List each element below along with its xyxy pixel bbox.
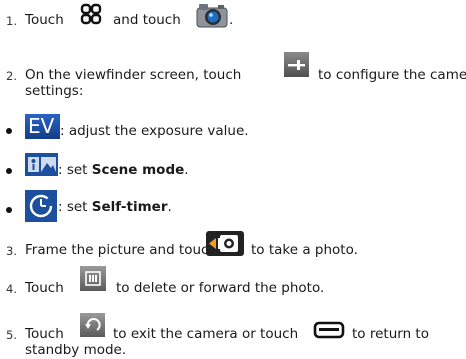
ev-icon: EV — [25, 114, 60, 139]
step-text: Touch — [25, 280, 64, 296]
step-text: to exit the camera or touch — [113, 326, 299, 342]
self-timer-icon — [25, 190, 57, 222]
step-text: . — [229, 12, 234, 28]
bullet-text-end: . — [167, 199, 172, 215]
step-number: 1. — [6, 14, 17, 28]
step-text: Frame the picture and touch — [25, 242, 218, 258]
bullet-text: : adjust the exposure value. — [60, 123, 249, 139]
thumbnail-icon — [80, 266, 106, 291]
step-text: settings: — [25, 83, 84, 99]
bullet-text-bold: Scene mode — [91, 162, 185, 178]
step-text: to take a photo. — [251, 242, 358, 258]
step-number: 2. — [6, 69, 17, 83]
bullet-text-end: . — [184, 162, 189, 178]
bullet-text-plain: : set — [58, 162, 92, 178]
step-text: Touch — [25, 12, 64, 28]
bullet-dot — [6, 128, 12, 134]
camera-app-icon — [196, 4, 228, 28]
step-text: and touch — [113, 12, 181, 28]
ev-icon-label: EV — [28, 114, 55, 138]
step-text: On the viewfinder screen, touch — [25, 67, 242, 83]
bullet-text-plain: : set — [58, 199, 92, 215]
step-number: 3. — [6, 244, 17, 258]
bullet-text: : set Self-timer. — [58, 199, 172, 215]
bullet-text-bold: Self-timer — [91, 199, 168, 215]
exit-arrow-icon — [80, 313, 105, 337]
step-text: to return to — [352, 326, 429, 342]
bullet-dot — [6, 207, 12, 213]
bullet-text: : set Scene mode. — [58, 162, 189, 178]
step-text: to delete or forward the photo. — [116, 280, 325, 296]
step-number: 5. — [6, 328, 17, 342]
settings-slider-icon — [284, 52, 309, 77]
step-text: Touch — [25, 326, 64, 342]
scene-mode-icon — [25, 153, 58, 176]
shutter-icon — [206, 231, 244, 256]
bullet-dot — [6, 168, 12, 174]
step-text: standby mode. — [25, 342, 127, 358]
app-grid-icon — [80, 3, 102, 25]
step-text: to configure the camera — [318, 67, 466, 83]
home-key-icon — [313, 321, 345, 339]
step-number: 4. — [6, 282, 17, 296]
